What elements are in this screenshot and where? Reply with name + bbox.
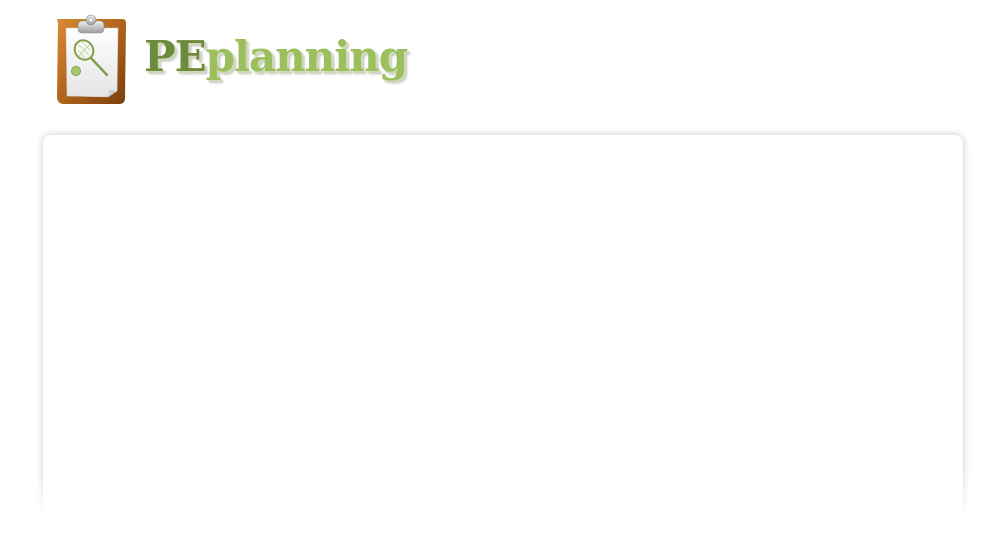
clipboard-tennis-racket-icon (57, 14, 126, 104)
logo-wordmark: PEplanning (144, 36, 408, 78)
main-content-panel (43, 135, 963, 550)
logo-text-pe: PE (144, 32, 207, 81)
site-logo-link[interactable]: PEplanning (52, 14, 408, 106)
page: PEplanning (0, 0, 1000, 550)
site-header: PEplanning (0, 0, 1000, 120)
logo-text-planning: planning (205, 32, 408, 81)
